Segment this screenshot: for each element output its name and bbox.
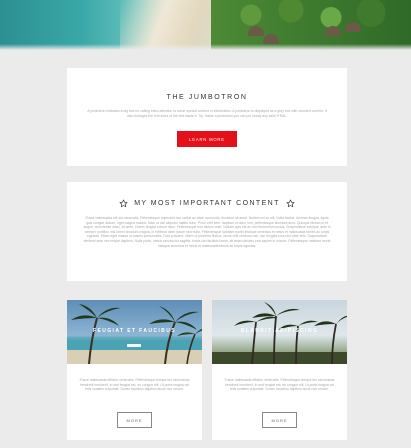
feature-text: Fusce malesuada efficitur venenatis. Pel… [224,378,335,392]
hut [263,34,279,44]
jumbotron: THE JUMBOTRON A jumbotron indicates a bi… [67,68,347,166]
hut [248,26,264,36]
feature-title: BLANDIT ADIPISCING [240,328,319,334]
important-content-section: MY MOST IMPORTANT CONTENT Fusce malesuad… [67,182,347,281]
important-content-text: Fusce malesuada elit dui venenatis. Pell… [83,216,331,248]
foliage [211,0,411,50]
important-content-title: MY MOST IMPORTANT CONTENT [134,200,280,207]
feature-title: FEUGIAT ET FAUCIBUS [93,328,176,334]
hut [345,22,361,32]
hut [325,26,341,36]
star-icon [286,199,295,208]
feature-image-beach-palms: FEUGIAT ET FAUCIBUS [67,300,202,364]
feature-card: FEUGIAT ET FAUCIBUS Fusce malesuada effi… [67,300,202,440]
more-button[interactable]: MORE [117,412,152,428]
jumbotron-text: A jumbotron indicates a big box for call… [87,109,327,118]
important-content-heading: MY MOST IMPORTANT CONTENT [67,199,347,208]
feature-image-palm-grove: BLANDIT ADIPISCING [212,300,347,364]
feature-card: BLANDIT ADIPISCING Fusce malesuada effic… [212,300,347,440]
star-icon [119,199,128,208]
learn-more-button[interactable]: LEARN MORE [177,131,237,147]
jumbotron-title: THE JUMBOTRON [166,94,248,101]
feature-text: Fusce malesuada efficitur venenatis. Pel… [79,378,190,392]
more-button[interactable]: MORE [262,412,297,428]
hero-banner-image [0,0,411,50]
hero-fade [0,44,411,50]
